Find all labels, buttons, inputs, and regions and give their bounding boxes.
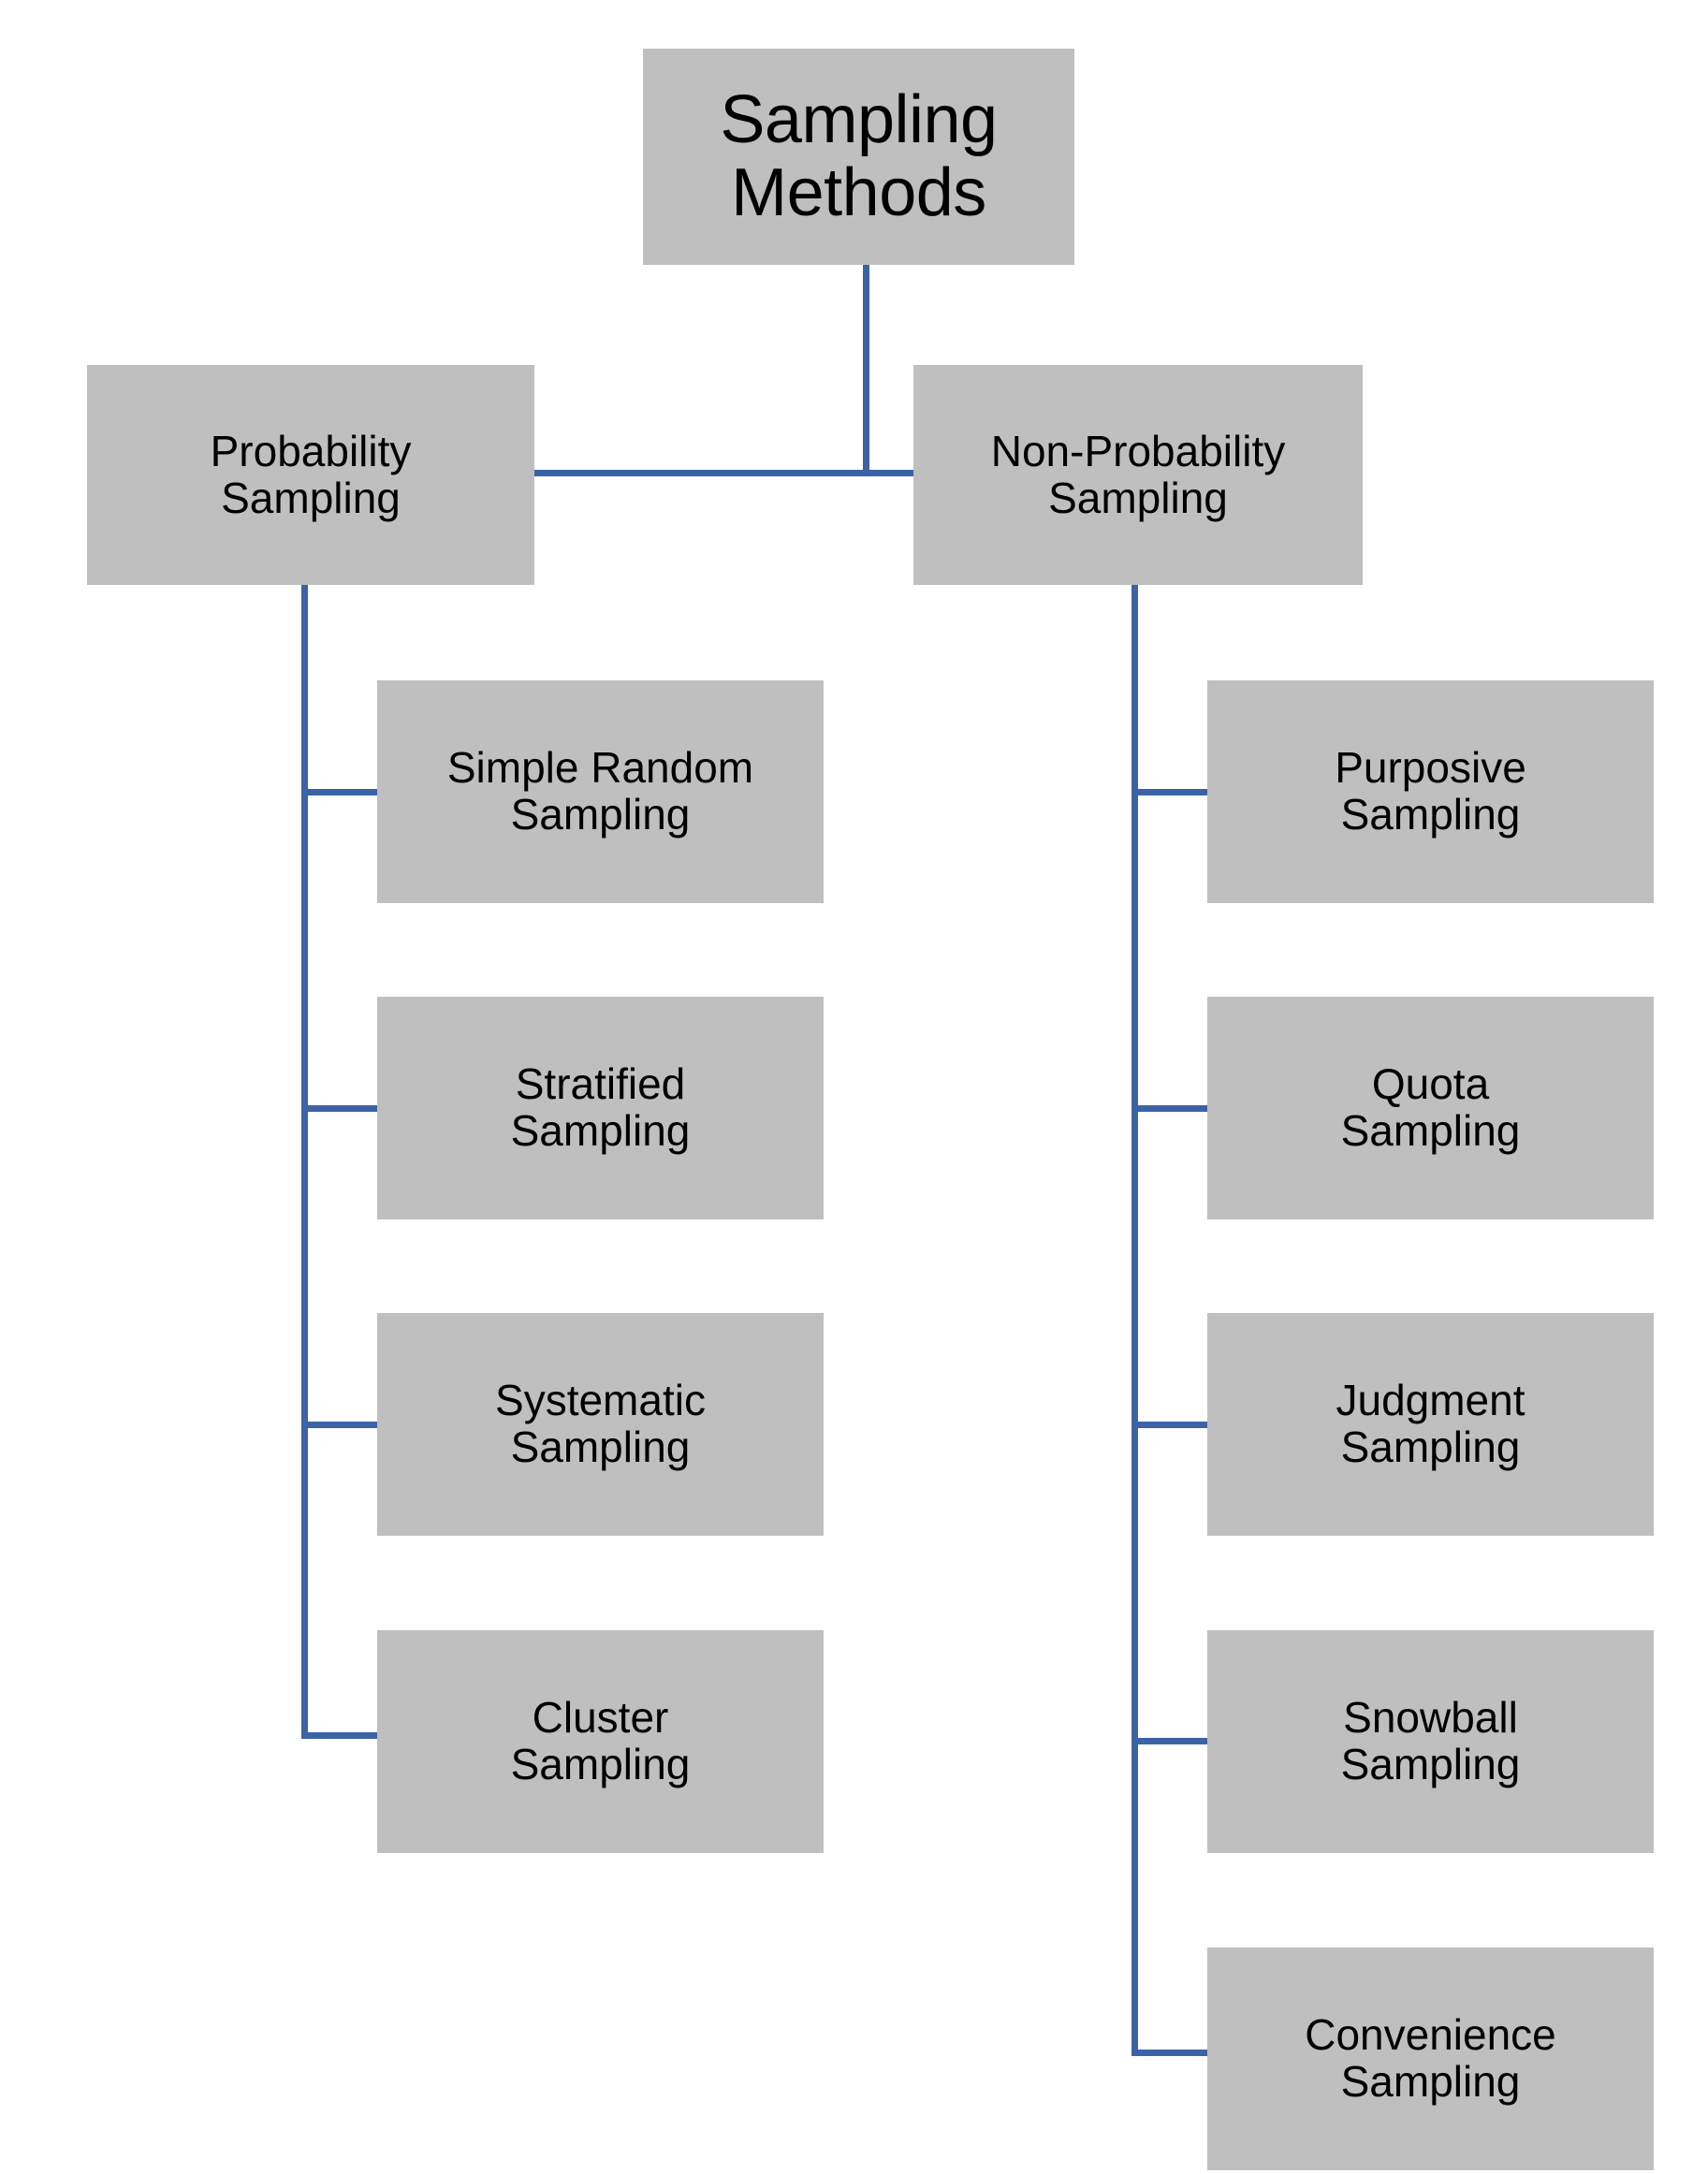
node-stratified-sampling[interactable]: Stratified Sampling xyxy=(377,997,824,1219)
node-quota-sampling[interactable]: Quota Sampling xyxy=(1207,997,1654,1219)
node-snowball-sampling[interactable]: Snowball Sampling xyxy=(1207,1630,1654,1853)
connector-probability-trunk xyxy=(301,585,308,1739)
connector-non-probability-branch-3 xyxy=(1131,1422,1208,1428)
connector-non-probability-branch-5 xyxy=(1131,2050,1208,2056)
connector-probability-branch-3 xyxy=(301,1422,378,1428)
node-convenience-sampling[interactable]: Convenience Sampling xyxy=(1207,1948,1654,2170)
node-sampling-methods[interactable]: Sampling Methods xyxy=(643,49,1074,265)
node-probability-sampling[interactable]: Probability Sampling xyxy=(87,365,534,585)
connector-probability-branch-2 xyxy=(301,1105,378,1112)
connector-root-stem xyxy=(863,265,869,476)
connector-non-probability-branch-1 xyxy=(1131,789,1208,795)
connector-non-probability-branch-4 xyxy=(1131,1738,1208,1744)
node-non-probability-sampling[interactable]: Non-Probability Sampling xyxy=(913,365,1363,585)
node-systematic-sampling[interactable]: Systematic Sampling xyxy=(377,1313,824,1536)
node-purposive-sampling[interactable]: Purposive Sampling xyxy=(1207,680,1654,903)
connector-probability-branch-1 xyxy=(301,789,378,795)
node-simple-random-sampling[interactable]: Simple Random Sampling xyxy=(377,680,824,903)
connector-non-probability-trunk xyxy=(1131,585,1138,2056)
connector-probability-branch-4 xyxy=(301,1732,378,1739)
node-judgment-sampling[interactable]: Judgment Sampling xyxy=(1207,1313,1654,1536)
node-cluster-sampling[interactable]: Cluster Sampling xyxy=(377,1630,824,1853)
connector-root-crossbar xyxy=(532,470,915,476)
diagram-canvas: Sampling Methods Probability Sampling No… xyxy=(0,0,1708,2174)
connector-non-probability-branch-2 xyxy=(1131,1105,1208,1112)
